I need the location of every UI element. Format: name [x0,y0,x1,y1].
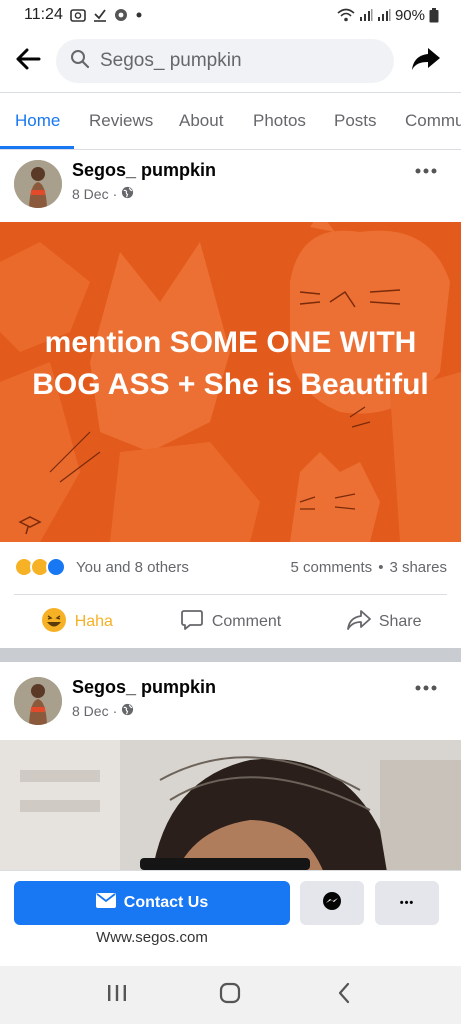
avatar[interactable] [14,677,62,725]
comment-label: Comment [211,613,282,630]
tab-about[interactable]: About [179,93,223,149]
tab-photos[interactable]: Photos [253,93,306,149]
status-bar: 11:24 90% [0,0,461,30]
haha-emoji-icon [41,607,67,638]
more-horizontal-icon [415,675,437,696]
post-date[interactable]: 8 Dec [72,703,109,719]
tab-posts[interactable]: Posts [334,93,377,149]
signal-icon [359,8,373,22]
system-back-button[interactable] [314,975,374,1015]
battery-percent: 90% [394,6,425,24]
globe-icon [121,186,134,202]
post-date[interactable]: 8 Dec [72,186,109,202]
contact-us-label: Contact Us [123,894,209,911]
post-meta: 8 Dec · [72,703,134,719]
page-name[interactable]: Segos_ pumpkin [72,677,216,698]
post-text: mention SOME ONE WITH BOG ASS + She is B… [32,326,429,401]
messenger-button[interactable] [300,881,364,925]
recent-apps-icon [106,983,128,1008]
wifi-icon [337,8,355,22]
page-name[interactable]: Segos_ pumpkin [72,160,216,181]
back-button[interactable] [0,33,56,89]
more-horizontal-icon [415,158,437,179]
post-options-button[interactable] [411,158,441,178]
post-header: Segos_ pumpkin 8 Dec · [0,150,461,220]
react-label: Haha [74,613,113,630]
page-cta-bar: Contact Us ••• Www.segos.com [0,870,461,966]
like-reaction-icon [46,557,66,577]
search-icon [70,49,90,74]
avatar[interactable] [14,160,62,208]
recent-apps-button[interactable] [87,975,147,1015]
arrow-left-icon [15,48,41,75]
react-button[interactable]: Haha [0,607,154,638]
share-label: Share [378,613,422,630]
active-tab-indicator [0,146,74,149]
home-circle-icon [219,982,241,1009]
post-photo[interactable] [0,740,461,890]
page-tabs: Home Reviews About Photos Posts Commu [0,92,461,150]
system-navigation-bar [0,966,461,1024]
tab-home[interactable]: Home [15,93,60,149]
share-button[interactable]: Share [307,609,461,636]
reactions-text[interactable]: You and 8 others [76,559,189,576]
download-done-icon [93,8,107,22]
envelope-icon [95,893,116,913]
reaction-icons[interactable] [14,557,66,577]
share-arrow-icon [411,47,441,76]
meta-separator: · [112,186,118,202]
post-header: Segos_ pumpkin 8 Dec · [0,667,461,737]
website-link[interactable]: Www.segos.com [0,929,304,946]
reactions-summary-row: You and 8 others 5 comments • 3 shares [0,550,461,584]
home-button[interactable] [200,975,260,1015]
divider [14,594,447,595]
photo-notification-icon [70,8,86,22]
dot-icon [135,11,143,19]
post-actions-row: Haha Comment Share [0,598,461,646]
search-bar[interactable] [56,39,394,83]
globe-icon [121,703,134,719]
post-text-background[interactable]: mention SOME ONE WITH BOG ASS + She is B… [0,222,461,542]
status-time: 11:24 [24,6,63,23]
messenger-icon [322,891,342,916]
comments-count[interactable]: 5 comments [290,559,372,576]
comment-icon [180,608,204,637]
photo-image [0,740,461,890]
post-options-button[interactable] [411,675,441,695]
chevron-left-icon [337,982,351,1009]
shares-count[interactable]: 3 shares [389,559,447,576]
contact-us-button[interactable]: Contact Us [14,881,290,925]
post-meta: 8 Dec · [72,186,134,202]
feed-separator [0,648,461,662]
tab-community[interactable]: Commu [405,93,461,149]
more-options-button[interactable]: ••• [375,881,439,925]
battery-icon [429,7,439,23]
comment-button[interactable]: Comment [154,608,308,637]
counts-separator: • [378,558,384,576]
share-icon [346,609,371,636]
tab-reviews[interactable]: Reviews [89,93,153,149]
meta-separator: · [112,703,118,719]
signal-icon [377,8,391,22]
chrome-icon [114,8,128,22]
share-page-button[interactable] [394,33,458,89]
more-options-label: ••• [399,897,415,909]
search-header [0,30,461,92]
search-input[interactable] [100,50,370,72]
